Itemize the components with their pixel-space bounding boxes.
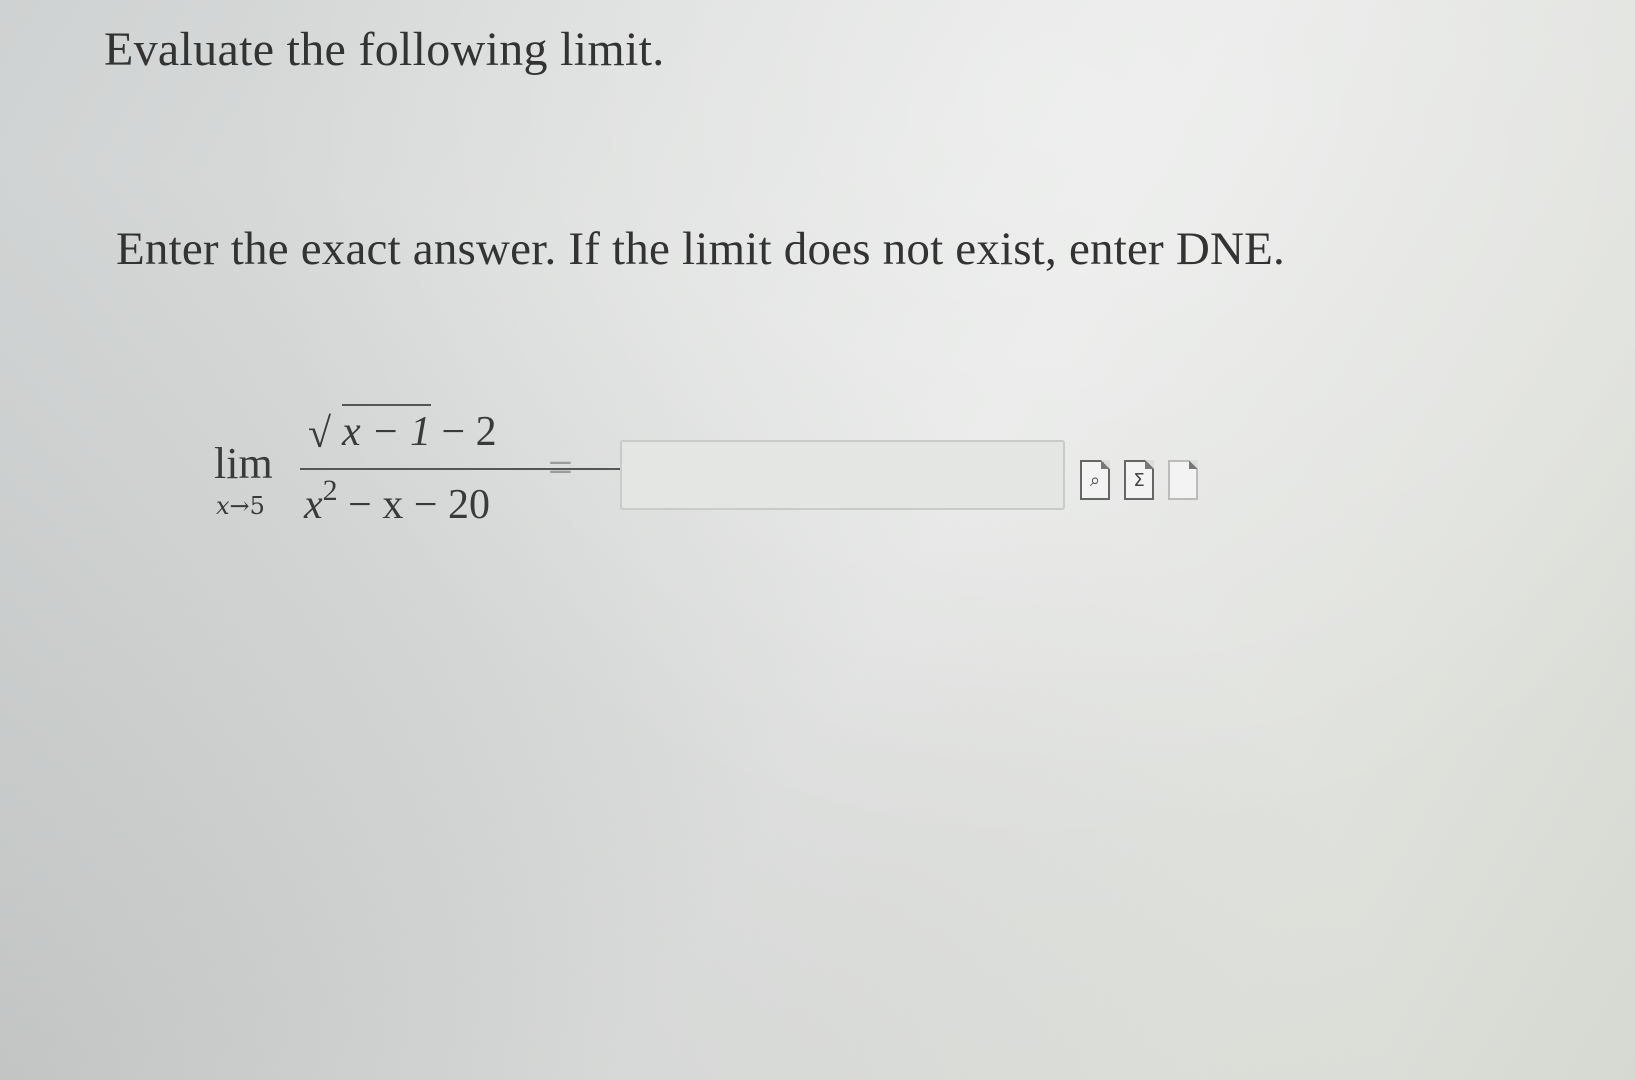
equals-sign: =	[548, 443, 573, 492]
limit-subscript: x→5	[216, 492, 265, 520]
denominator-rest: − x − 20	[337, 482, 491, 528]
preview-icon: ⌕	[1089, 470, 1101, 491]
equation-editor-icon: Σ	[1133, 470, 1145, 491]
limit-variable: x	[216, 492, 230, 520]
question-heading: Evaluate the following limit.	[104, 23, 665, 76]
limit-approach: →5	[229, 492, 265, 520]
fraction-denominator: x2 − x − 20	[304, 474, 490, 529]
question-instruction: Enter the exact answer. If the limit doe…	[116, 223, 1285, 275]
limit-expression: lim x→5 √ x − 1 − 2 x2 − x − 20	[212, 402, 730, 542]
numerator-radicand: x − 1	[342, 404, 431, 456]
answer-input[interactable]	[620, 440, 1065, 510]
preview-button[interactable]: ⌕	[1080, 460, 1110, 500]
help-button[interactable]	[1168, 460, 1198, 500]
fraction-numerator: x − 1 − 2	[342, 404, 497, 456]
denominator-base: x	[304, 482, 323, 528]
square-root-sign: √	[308, 411, 332, 457]
limit-operator: lim	[214, 439, 273, 488]
equation-editor-button[interactable]: Σ	[1124, 460, 1154, 500]
denominator-power: 2	[322, 474, 338, 507]
numerator-rest: − 2	[430, 409, 497, 455]
